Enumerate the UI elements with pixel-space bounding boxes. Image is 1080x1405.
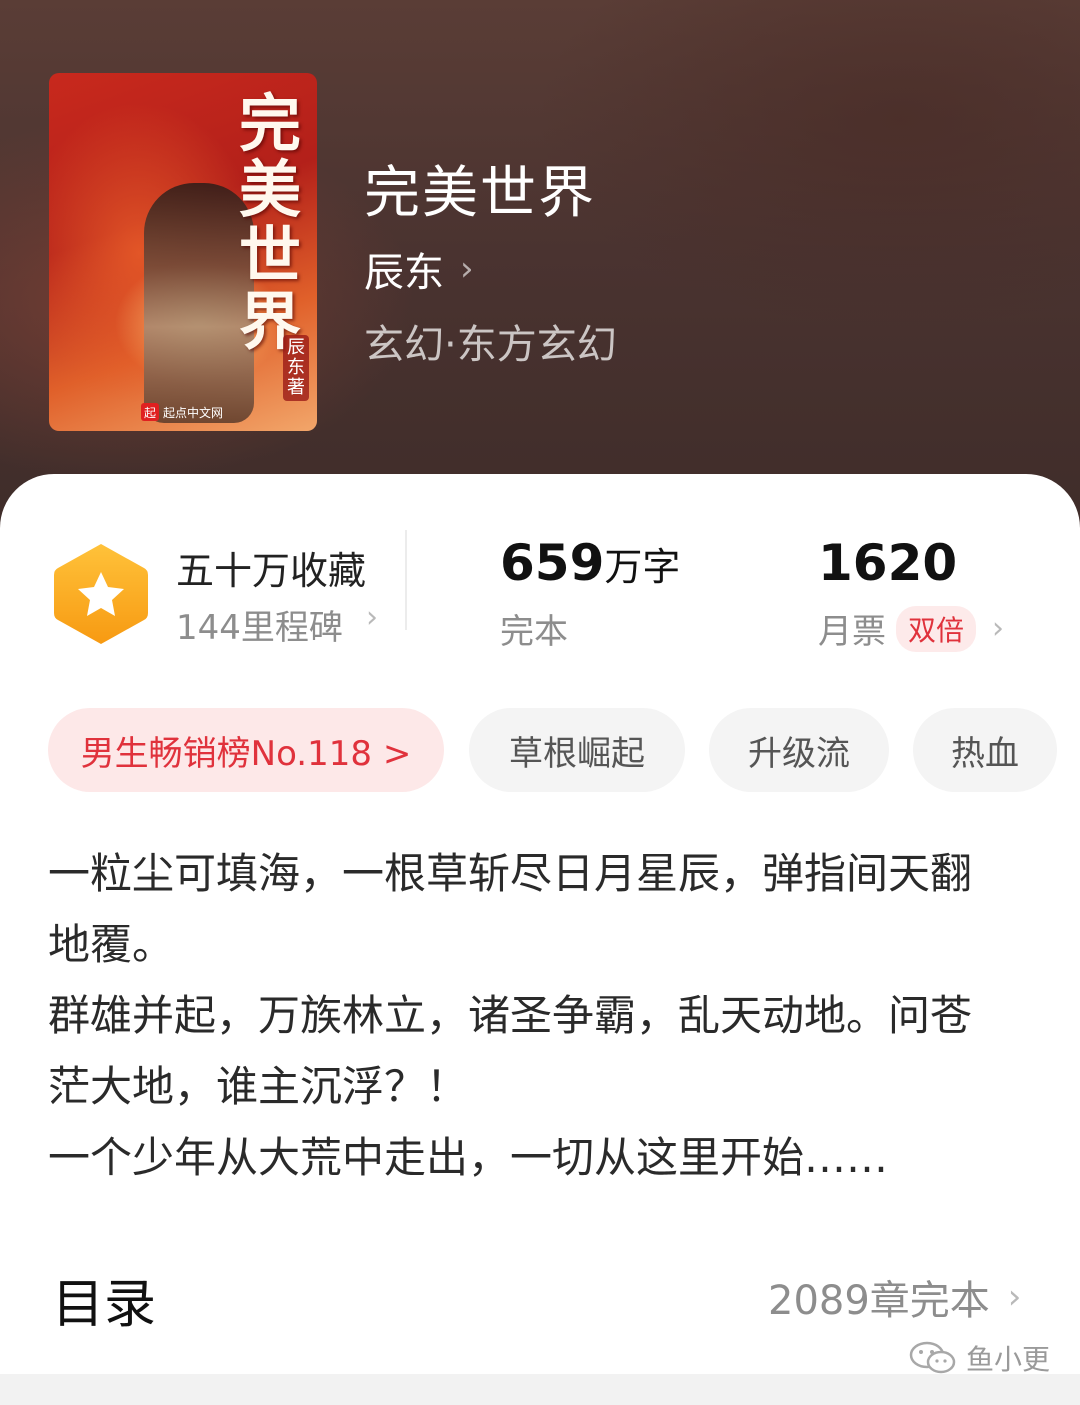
author-name: 辰东 [364,250,444,296]
tag-ranking[interactable]: 男生畅销榜No.118 > [48,708,444,792]
watermark: 鱼小更 [908,1338,1050,1378]
monthly-votes-link[interactable]: 月票 双倍 › [818,604,1004,653]
double-badge: 双倍 [896,605,977,652]
author-link[interactable]: 辰东 › [364,240,474,298]
divider [405,530,407,630]
book-genre: 玄幻·东方玄幻 [364,322,617,368]
tag-item[interactable]: 草根崛起 [469,708,685,792]
monthly-votes-count: 1620 [818,534,958,592]
description-paragraph: 一个少年从大荒中走出，一切从这里开始…… [48,1133,889,1182]
cover-publisher: 起 起点中文网 [141,403,223,421]
toc-title[interactable]: 目录 [52,1262,156,1337]
chevron-right-icon: › [992,611,1005,646]
publisher-logo-icon: 起 [141,403,159,421]
watermark-text: 鱼小更 [966,1343,1051,1376]
tag-item[interactable]: 升级流 [709,708,889,792]
description-paragraph: 群雄并起，万族林立，诸圣争霸，乱天动地。问苍茫大地，谁主沉浮？！ [48,991,973,1111]
book-cover[interactable]: 完美世界 辰东著 起 起点中文网 [49,73,317,431]
cover-author-tag: 辰东著 [283,335,309,401]
book-description[interactable]: 一粒尘可填海，一根草斩尽日月星辰，弹指间天翻地覆。 群雄并起，万族林立，诸圣争霸… [48,838,1008,1193]
word-count-number: 659 [500,534,605,592]
chapter-count: 2089章完本 [768,1278,990,1324]
description-paragraph: 一粒尘可填海，一根草斩尽日月星辰，弹指间天翻地覆。 [48,849,973,969]
wechat-icon [909,1341,956,1374]
favorites-count: 五十万收藏 [176,549,367,593]
bottom-strip [0,1374,1080,1405]
chevron-right-icon: › [366,600,378,635]
chevron-right-icon: › [1007,1277,1022,1317]
toc-link[interactable]: 2089章完本 › [768,1268,1021,1326]
book-title: 完美世界 [364,161,596,226]
tag-item[interactable]: 热血 [913,708,1057,792]
tag-list: 男生畅销榜No.118 > 草根崛起 升级流 热血 [48,708,1080,792]
publisher-name: 起点中文网 [163,405,224,420]
chevron-right-icon: › [460,249,474,289]
milestones-link[interactable]: 144里程碑 [176,600,343,649]
cover-title: 完美世界 [238,87,301,358]
word-count-unit: 万字 [604,545,681,589]
book-status: 完本 [500,612,568,652]
word-count: 659万字 [500,534,680,592]
monthly-votes-label: 月票 [818,612,886,652]
star-badge-icon [54,544,148,644]
